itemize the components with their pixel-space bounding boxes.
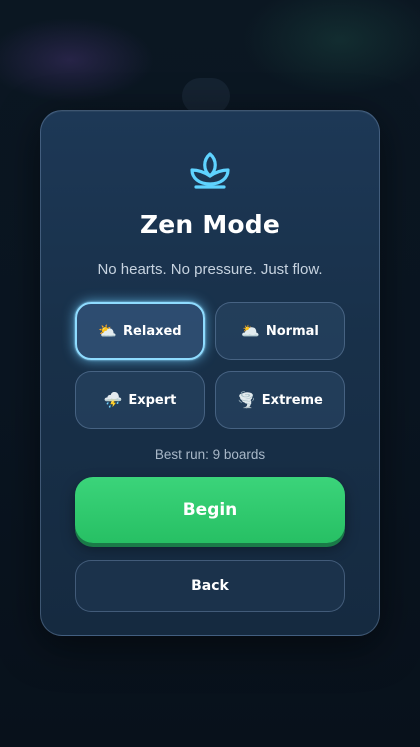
tornado-icon: 🌪️ [237, 390, 256, 409]
dialog-subtitle: No hearts. No pressure. Just flow. [97, 261, 323, 278]
difficulty-label: Normal [265, 323, 319, 339]
back-button[interactable]: Back [75, 560, 345, 612]
dialog-title: Zen Mode [139, 210, 281, 239]
difficulty-relaxed-button[interactable]: ⛅ Relaxed [75, 302, 205, 360]
difficulty-normal-button[interactable]: 🌥️ Normal [215, 302, 345, 360]
difficulty-label: Expert [128, 392, 177, 408]
cloudy-sun-icon: 🌥️ [241, 321, 260, 340]
best-run-text: Best run: 9 boards [154, 447, 266, 462]
background-blurred-icon [182, 78, 230, 114]
sun-behind-cloud-icon: ⛅ [98, 321, 118, 340]
difficulty-expert-button[interactable]: ⛈️ Expert [75, 371, 205, 429]
background-blurred-text [80, 648, 340, 666]
difficulty-extreme-button[interactable]: 🌪️ Extreme [215, 371, 345, 429]
difficulty-label: Extreme [261, 392, 323, 408]
difficulty-label: Relaxed [123, 323, 182, 339]
begin-button[interactable]: Begin [75, 477, 345, 543]
lotus-icon [190, 152, 230, 189]
thunderstorm-icon: ⛈️ [103, 390, 123, 409]
